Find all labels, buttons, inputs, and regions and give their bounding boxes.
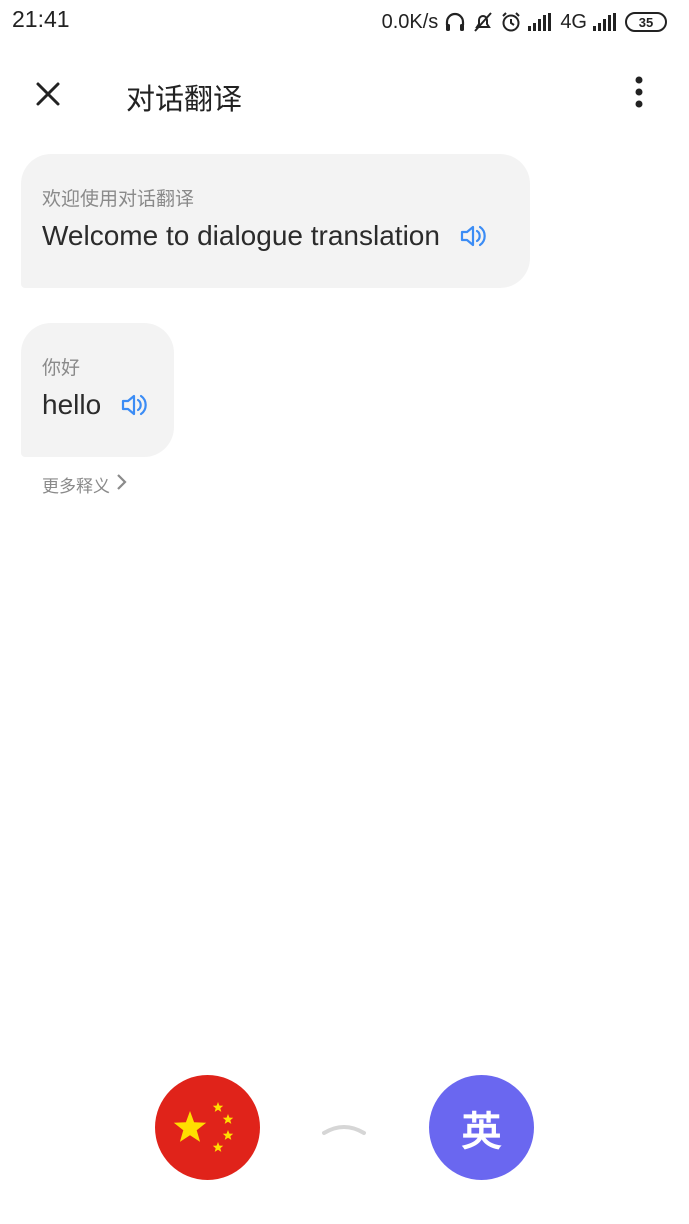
status-time: 21:41 xyxy=(12,6,70,32)
signal-icon xyxy=(593,13,619,31)
battery-indicator: 35 xyxy=(625,12,667,32)
china-flag-icon xyxy=(173,1102,234,1152)
translated-text: Welcome to dialogue translation xyxy=(42,220,440,251)
source-text: 你好 xyxy=(42,357,81,379)
speaker-icon xyxy=(122,394,147,416)
status-bar: 21:41 0.0K/s 4G 35 xyxy=(0,0,689,44)
more-meanings-link[interactable]: 更多释义 xyxy=(42,472,128,497)
message-bubble: 欢迎使用对话翻译 Welcome to dialogue translation xyxy=(21,154,530,288)
status-indicators: 0.0K/s 4G 35 xyxy=(382,6,667,38)
alarm-icon xyxy=(500,11,522,33)
chevron-right-icon xyxy=(116,473,128,496)
english-language-button[interactable]: 英 xyxy=(429,1075,534,1180)
signal-icon xyxy=(528,13,554,31)
english-language-label: 英 xyxy=(461,1108,502,1155)
source-text: 欢迎使用对话翻译 xyxy=(42,188,195,210)
close-icon xyxy=(35,81,61,111)
close-button[interactable] xyxy=(26,74,70,118)
translation-row: Welcome to dialogue translation xyxy=(42,220,488,252)
more-vert-icon xyxy=(634,75,644,113)
speaker-button[interactable] xyxy=(119,390,149,420)
translated-text: hello xyxy=(42,389,102,420)
network-speed: 0.0K/s xyxy=(381,10,439,33)
page-title: 对话翻译 xyxy=(126,82,243,116)
chevron-up-icon xyxy=(322,1125,366,1135)
more-options-button[interactable] xyxy=(619,72,659,116)
expand-handle[interactable] xyxy=(320,1117,368,1141)
chinese-language-button[interactable] xyxy=(155,1075,260,1180)
app-bar: 对话翻译 xyxy=(0,62,689,124)
speaker-button[interactable] xyxy=(458,221,488,251)
headphones-icon xyxy=(444,11,466,33)
network-type: 4G xyxy=(560,10,587,33)
translation-row: hello xyxy=(42,389,149,421)
notifications-off-icon xyxy=(472,11,494,33)
speaker-icon xyxy=(460,225,486,247)
more-meanings-label: 更多释义 xyxy=(42,477,110,497)
message-bubble: 你好 hello xyxy=(21,323,174,457)
